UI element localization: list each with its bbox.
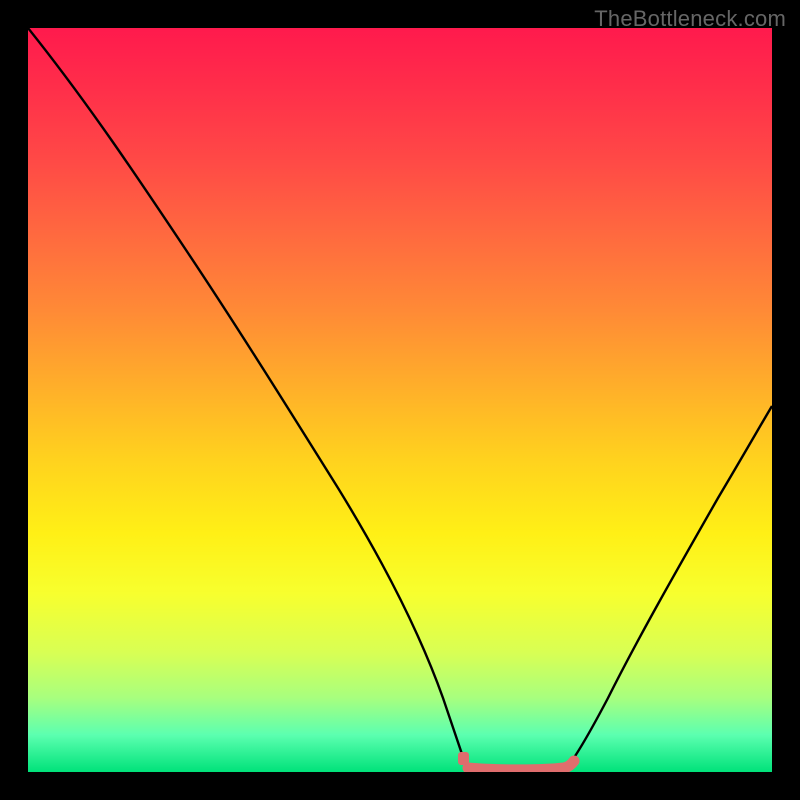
plot-area bbox=[28, 28, 772, 772]
watermark-text: TheBottleneck.com bbox=[594, 6, 786, 32]
flat-region-strip bbox=[468, 761, 574, 770]
curve-path bbox=[28, 28, 772, 770]
bottleneck-curve bbox=[28, 28, 772, 772]
